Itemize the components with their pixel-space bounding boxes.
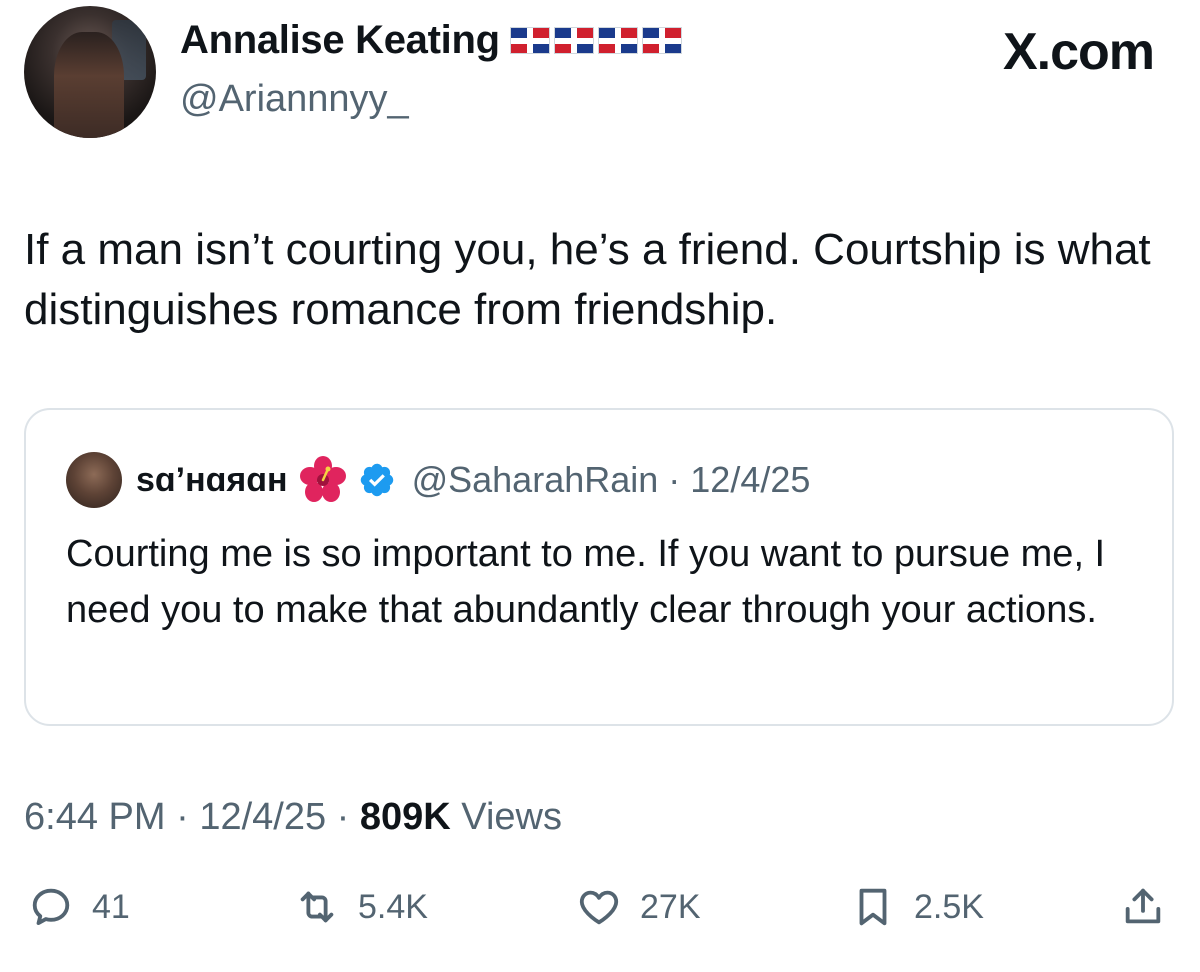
repost-button[interactable]: 5.4K [294, 884, 428, 930]
author-avatar[interactable] [24, 6, 156, 138]
tweet-meta: 6:44 PM · 12/4/25 · 809K Views [24, 796, 562, 839]
like-button[interactable]: 27K [576, 884, 701, 930]
dominican-republic-flag-icon [553, 27, 594, 54]
views-count: 809K [359, 796, 451, 838]
author-handle[interactable]: @Ariannnyy_ [180, 78, 409, 121]
reply-button[interactable]: 41 [28, 884, 130, 930]
action-bar: 41 5.4K 27K 2.5K [24, 884, 1174, 944]
views-label: Views [461, 796, 562, 838]
tweet-time[interactable]: 6:44 PM [24, 796, 166, 838]
reply-icon [32, 888, 70, 926]
tweet-date[interactable]: 12/4/25 [199, 796, 326, 838]
dominican-republic-flag-icon [641, 27, 682, 54]
repost-count: 5.4K [358, 887, 428, 926]
quoted-tweet-card[interactable]: sɑ’нɑяɑн @SaharahRain · 12/4/25 Courting… [24, 408, 1174, 726]
flag-emoji-group [509, 27, 682, 54]
quoted-tweet-text: Courting me is so important to me. If yo… [66, 533, 1106, 631]
quoted-tweet-header: sɑ’нɑяɑн @SaharahRain · 12/4/25 [66, 452, 810, 508]
dominican-republic-flag-icon [509, 27, 550, 54]
like-count: 27K [640, 887, 701, 926]
bookmark-button[interactable]: 2.5K [850, 884, 984, 930]
tweet-text: If a man isn’t courting you, he’s a frie… [24, 225, 1151, 334]
quoted-author-handle[interactable]: @SaharahRain [412, 459, 659, 501]
repost-icon [300, 891, 334, 923]
avatar-figure [54, 32, 124, 138]
share-icon [1125, 888, 1161, 924]
dot-separator: · [336, 796, 350, 838]
author-display-name[interactable]: Annalise Keating [180, 18, 500, 63]
quoted-author-avatar[interactable] [66, 452, 122, 508]
site-label: X.com [1002, 23, 1155, 81]
verified-badge-icon [360, 463, 393, 497]
hibiscus-icon [299, 456, 346, 502]
author-display-name-row[interactable]: Annalise Keating [180, 18, 682, 63]
quoted-tweet-date[interactable]: 12/4/25 [690, 459, 810, 501]
dot-separator: · [176, 796, 189, 838]
bookmark-count: 2.5K [914, 887, 984, 926]
bookmark-icon [859, 888, 887, 926]
reply-count: 41 [92, 887, 130, 926]
heart-icon [579, 890, 619, 925]
quoted-author-display-name[interactable]: sɑ’нɑяɑн [136, 461, 288, 500]
share-button[interactable] [1120, 884, 1166, 930]
dominican-republic-flag-icon [597, 27, 638, 54]
dot-separator: · [668, 459, 681, 500]
